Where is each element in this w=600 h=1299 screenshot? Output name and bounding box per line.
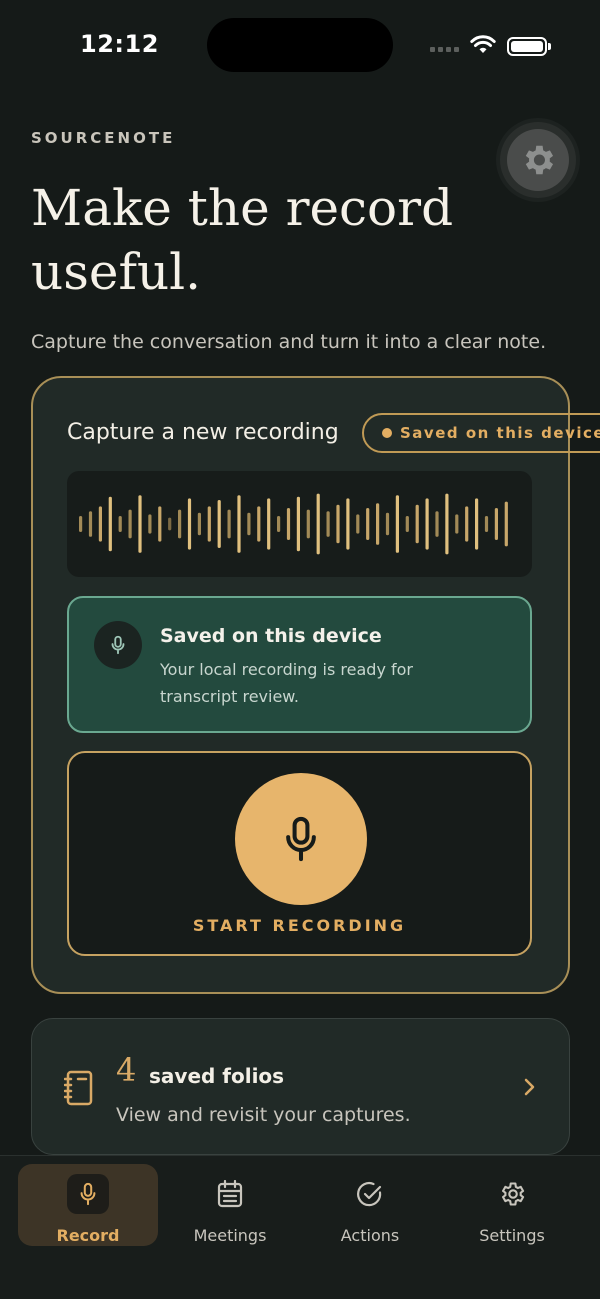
waveform-bar <box>415 504 419 544</box>
saved-mic-badge <box>94 621 142 669</box>
settings-button[interactable] <box>500 122 576 198</box>
waveform-bar <box>494 508 498 540</box>
waveform-bar <box>267 498 271 550</box>
waveform-bar <box>356 514 360 534</box>
dynamic-island <box>207 18 393 72</box>
status-bar: 12:12 <box>0 0 600 92</box>
waveform-bar <box>148 514 152 534</box>
saved-notice: Saved on this device Your local recordin… <box>67 596 532 733</box>
start-recording-button[interactable] <box>235 773 367 905</box>
waveform-bar <box>296 496 300 552</box>
waveform-bar <box>217 500 221 548</box>
mic-icon <box>286 816 316 862</box>
tab-record[interactable]: Record <box>18 1164 158 1246</box>
waveform-bar <box>277 516 281 532</box>
waveform-bar <box>435 511 439 537</box>
chevron-right-icon <box>524 1078 535 1096</box>
waveform-bar <box>395 495 399 553</box>
page-title: Make the record useful. <box>31 179 454 301</box>
waveform-bar <box>405 516 409 532</box>
page-subtitle: Capture the conversation and turn it int… <box>31 331 547 353</box>
notebook-icon <box>64 1070 93 1106</box>
wifi-icon <box>470 35 496 53</box>
record-panel: START RECORDING <box>67 751 532 956</box>
clock: 12:12 <box>80 30 159 58</box>
waveform-bar <box>316 493 320 555</box>
tab-bar: Record Meetings Actions Settings <box>0 1155 600 1299</box>
waveform-bar <box>257 506 261 542</box>
waveform-bar <box>98 506 102 542</box>
folio-count: 4 <box>116 1051 137 1089</box>
tab-settings[interactable]: Settings <box>442 1164 582 1246</box>
gear-icon <box>501 1182 525 1206</box>
signal-icon <box>430 42 462 54</box>
waveform-bar <box>445 493 449 555</box>
waveform-bar <box>385 512 390 536</box>
waveform-bar <box>168 517 172 531</box>
waveform-bar <box>306 509 310 539</box>
tab-actions[interactable]: Actions <box>300 1164 440 1246</box>
saved-status-label: Saved on this device <box>400 424 600 442</box>
brand-label: SOURCENOTE <box>31 129 176 147</box>
waveform-bar <box>376 503 380 545</box>
waveform-bar <box>197 512 201 536</box>
waveform-bar <box>227 509 231 539</box>
gear-icon <box>525 145 554 175</box>
tab-settings-label: Settings <box>479 1226 545 1245</box>
waveform-bar <box>207 506 211 542</box>
waveform-bar <box>118 516 122 532</box>
folio-subtitle: View and revisit your captures. <box>116 1104 411 1126</box>
waveform-bar <box>346 498 350 550</box>
waveform-bar <box>138 495 142 553</box>
saved-status-badge: Saved on this device <box>362 413 600 453</box>
waveform-bar <box>455 514 459 534</box>
tab-meetings-label: Meetings <box>193 1226 267 1245</box>
waveform-bar <box>484 516 489 532</box>
saved-notice-title: Saved on this device <box>160 625 382 647</box>
waveform-bar <box>247 512 251 536</box>
waveform-bar <box>504 501 508 547</box>
waveform-bar <box>425 498 429 550</box>
saved-notice-text: Your local recording is ready for transc… <box>160 660 413 706</box>
tab-actions-label: Actions <box>340 1226 400 1245</box>
mic-icon <box>80 1182 96 1206</box>
waveform-bar <box>79 516 83 532</box>
start-recording-label[interactable]: START RECORDING <box>69 916 530 935</box>
waveform-bar <box>286 508 291 540</box>
calendar-icon <box>217 1180 243 1208</box>
waveform-bar <box>158 506 162 542</box>
saved-folios-card[interactable]: 4 saved folios View and revisit your cap… <box>31 1018 570 1155</box>
check-circle-icon <box>357 1182 382 1207</box>
waveform-bar <box>187 498 192 550</box>
waveform-bar <box>88 511 93 537</box>
waveform-bar <box>475 498 479 550</box>
waveform-bar <box>336 504 340 544</box>
waveform-bar <box>178 509 182 539</box>
waveform-bar <box>366 508 370 540</box>
waveform-bar <box>237 495 241 553</box>
capture-card-title: Capture a new recording <box>67 420 339 445</box>
waveform <box>67 471 532 577</box>
waveform-bar <box>128 509 132 539</box>
waveform-bar <box>326 511 330 537</box>
waveform-bar <box>108 496 112 552</box>
folio-label: saved folios <box>149 1064 285 1088</box>
waveform-bar <box>465 506 469 542</box>
status-dot <box>382 428 392 438</box>
tab-meetings[interactable]: Meetings <box>160 1164 300 1246</box>
tab-record-label: Record <box>56 1226 120 1245</box>
battery-icon <box>507 37 551 56</box>
mic-icon <box>111 635 125 655</box>
